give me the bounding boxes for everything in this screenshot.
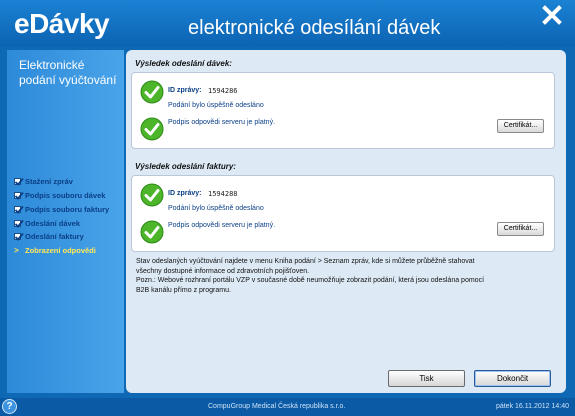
finish-button[interactable]: Dokončit xyxy=(474,370,551,387)
certificate-button[interactable]: Certifikát... xyxy=(497,222,544,236)
sidebar-title: Elektronické podání vyúčtování xyxy=(19,58,117,87)
checkbox-checked-icon xyxy=(14,205,24,214)
batch-result-panel: ID zprávy: 1594286 Podání bylo úspěšně o… xyxy=(131,72,555,149)
current-step-arrow-icon: > xyxy=(14,246,19,256)
step-label: Odeslání faktury xyxy=(25,232,84,242)
signature-status-text: Podpis odpovědi serveru je platný. xyxy=(168,119,276,126)
step-podpis-souboru-davek[interactable]: Podpis souboru dávek xyxy=(14,189,126,203)
info-line: B2B kanálu přímo z programu. xyxy=(136,286,231,294)
step-podpis-souboru-faktury[interactable]: Podpis souboru faktury xyxy=(14,203,126,217)
company-name: CompuGroup Medical Česká republika s.r.o… xyxy=(208,403,346,410)
step-odeslani-davek[interactable]: Odeslání dávek xyxy=(14,216,126,230)
message-id-label: ID zprávy: xyxy=(168,190,202,197)
checkbox-checked-icon xyxy=(14,233,24,242)
success-check-icon xyxy=(140,80,164,104)
success-check-icon xyxy=(140,220,164,244)
invoice-result-title: Výsledek odeslání faktury: xyxy=(135,162,236,171)
close-icon[interactable] xyxy=(541,4,563,26)
app-logo: eDávky xyxy=(14,8,110,39)
help-icon[interactable]: ? xyxy=(2,399,17,414)
app-header: eDávky elektronické odesílání dávek xyxy=(0,0,575,46)
step-label: Podpis souboru faktury xyxy=(25,204,110,214)
checkbox-checked-icon xyxy=(14,178,24,187)
success-check-icon xyxy=(140,183,164,207)
message-id-value: 1594288 xyxy=(208,190,238,198)
window-title: elektronické odesílání dávek xyxy=(188,17,441,39)
step-label: Podpis souboru dávek xyxy=(25,191,106,201)
step-stazeni-zprav[interactable]: Stažení zpráv xyxy=(14,175,126,189)
step-odeslani-faktury[interactable]: Odeslání faktury xyxy=(14,230,126,244)
info-line: Stav odeslaných vyúčtování najdete v men… xyxy=(136,258,475,265)
invoice-result-panel: ID zprávy: 1594288 Podání bylo úspěšně o… xyxy=(131,175,555,252)
success-check-icon xyxy=(140,117,164,141)
date-time: pátek 16.11.2012 14:40 xyxy=(495,403,569,410)
print-button[interactable]: Tisk xyxy=(388,370,465,387)
sent-status-text: Podání bylo úspěšně odesláno xyxy=(168,205,264,212)
step-label: Stažení zpráv xyxy=(25,177,73,187)
info-line: Pozn.: Webové rozhraní portálu VZP v sou… xyxy=(136,277,485,284)
step-label: Zobrazení odpovědi xyxy=(25,246,96,256)
sidebar: Elektronické podání vyúčtování Stažení z… xyxy=(7,50,124,393)
message-id-label: ID zprávy: xyxy=(168,87,202,94)
step-label: Odeslání dávek xyxy=(25,218,81,228)
checkbox-checked-icon xyxy=(14,219,24,228)
step-zobrazeni-odpovedi[interactable]: > Zobrazení odpovědi xyxy=(14,244,126,258)
info-line: všechny dostupné informace od zdravotníc… xyxy=(136,267,310,275)
certificate-button[interactable]: Certifikát... xyxy=(497,119,544,133)
status-bar: ? CompuGroup Medical Česká republika s.r… xyxy=(0,398,575,416)
message-id-value: 1594286 xyxy=(208,87,238,95)
signature-status-text: Podpis odpovědi serveru je platný. xyxy=(168,222,276,229)
main-panel: Výsledek odeslání dávek: ID zprávy: 1594… xyxy=(126,50,566,393)
checkbox-checked-icon xyxy=(14,191,24,200)
batch-result-title: Výsledek odeslání dávek: xyxy=(135,59,232,68)
wizard-steps: Stažení zpráv Podpis souboru dávek Podpi… xyxy=(14,175,126,258)
info-text: Stav odeslaných vyúčtování najdete v men… xyxy=(136,257,551,295)
sent-status-text: Podání bylo úspěšně odesláno xyxy=(168,102,264,109)
